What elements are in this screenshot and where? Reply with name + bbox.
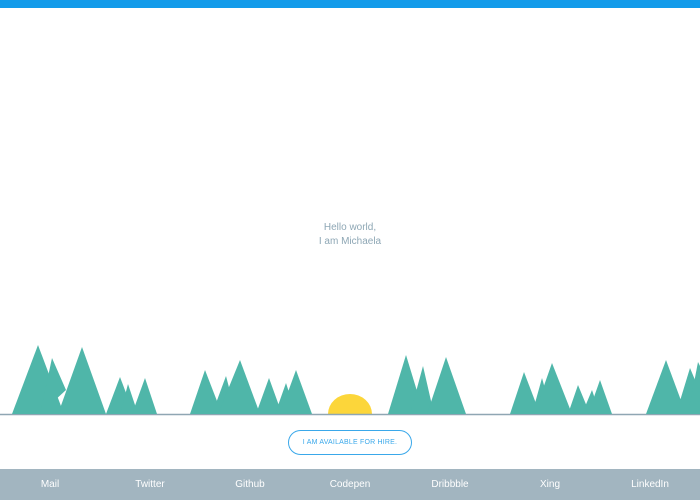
available-for-hire-button[interactable]: I AM AVAILABLE FOR HIRE. <box>287 430 413 455</box>
footer-link-mail[interactable]: Mail <box>0 469 100 500</box>
footer-link-twitter[interactable]: Twitter <box>100 469 200 500</box>
hire-section: I AM AVAILABLE FOR HIRE. <box>0 430 700 455</box>
greeting-line: Hello world, <box>323 222 377 233</box>
mountain-peak <box>427 357 466 414</box>
intro-text: Hello world, I am Michaela <box>0 221 700 249</box>
sun-shape <box>328 394 372 414</box>
footer-link-linkedin[interactable]: LinkedIn <box>600 469 700 500</box>
footer-nav: Mail Twitter Github Codepen Dribbble Xin… <box>0 469 700 500</box>
mountain-landscape <box>0 345 700 416</box>
name-line: I am Michaela <box>318 236 382 247</box>
footer-link-codepen[interactable]: Codepen <box>300 469 400 500</box>
mountain-peak <box>58 347 106 414</box>
footer-link-dribbble[interactable]: Dribbble <box>400 469 500 500</box>
footer-link-github[interactable]: Github <box>200 469 300 500</box>
footer-link-xing[interactable]: Xing <box>500 469 600 500</box>
top-accent-bar <box>0 0 700 8</box>
mountain-peak <box>132 378 157 414</box>
